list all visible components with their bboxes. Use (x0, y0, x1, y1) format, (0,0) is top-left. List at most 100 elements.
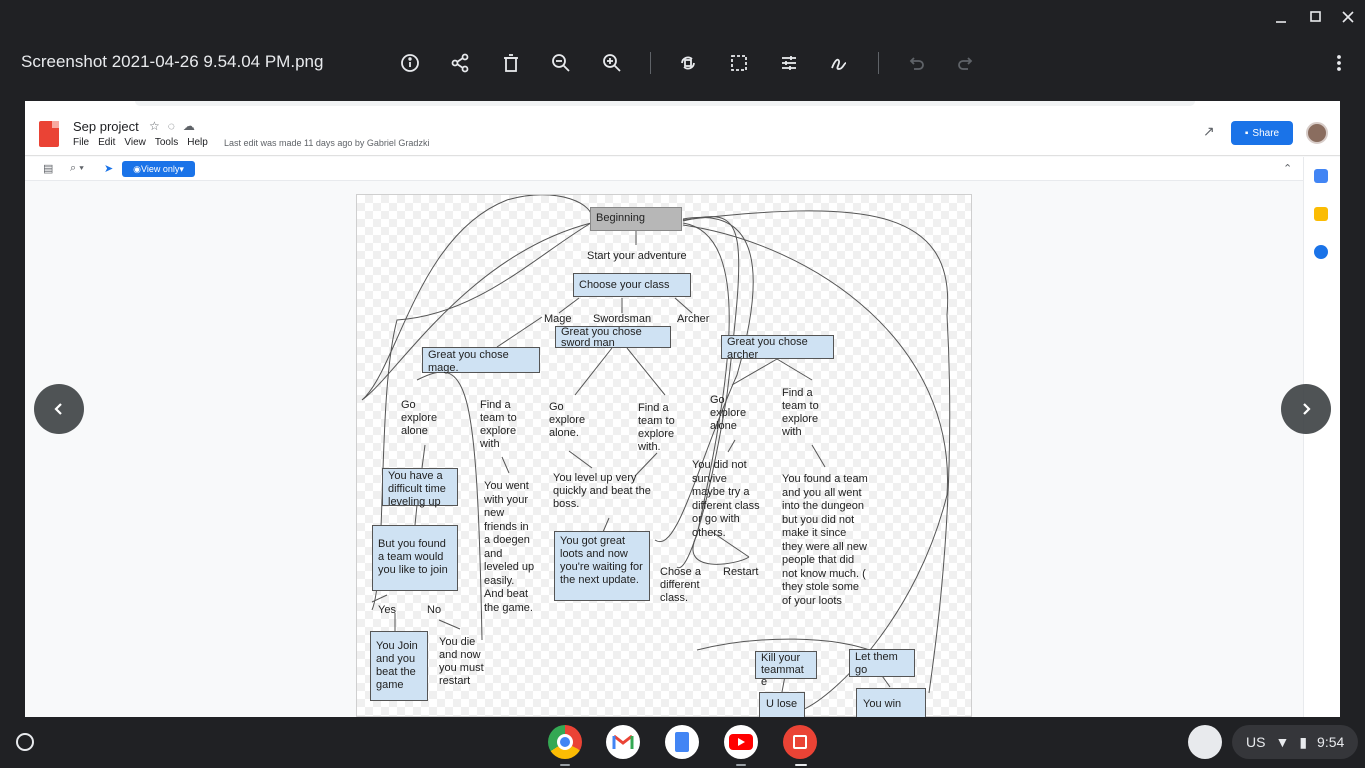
zoom-icon: ⌕ ▾ (70, 162, 84, 174)
adjust-icon[interactable] (776, 50, 802, 76)
node-swordsman: Swordsman (593, 313, 652, 325)
toolbar-divider (650, 52, 651, 74)
toolbar-divider (878, 52, 879, 74)
undo-icon[interactable] (903, 50, 929, 76)
node-found-team-join: But you found a team would you like to j… (372, 525, 458, 591)
close-icon[interactable] (1339, 8, 1357, 26)
node-go-alone-2: Go explore alone. (549, 401, 586, 439)
node-you-lose: U lose (759, 692, 805, 717)
zoom-in-icon[interactable] (599, 50, 625, 76)
node-find-team-1: Find a team to explore with (480, 399, 517, 450)
node-no: No (427, 604, 442, 616)
crop-icon[interactable] (726, 50, 752, 76)
view-only-label: View only (140, 164, 180, 174)
node-great-loots: You got great loots and now you're waiti… (554, 531, 650, 601)
node-archer: Archer (677, 313, 710, 325)
doc-header: Sep project ☆◌☁ File Edit View Tools Hel… (25, 101, 1340, 156)
system-shelf: US ▼ ▮ 9:54 (0, 717, 1365, 768)
doc-title: Sep project (73, 119, 139, 134)
menu-tools: Tools (154, 137, 179, 148)
node-chose-different: Chose a different class. (660, 566, 701, 604)
side-panel (1303, 157, 1340, 717)
menu-view: View (124, 137, 146, 148)
node-die-restart: You die and now you must restart (439, 636, 484, 687)
tasks-icon (1314, 245, 1328, 259)
screenshot-image: Sep project ☆◌☁ File Edit View Tools Hel… (25, 101, 1340, 717)
avatar (1306, 122, 1328, 144)
node-find-team-3: Find a team to explore with (782, 387, 819, 438)
annotate-icon[interactable] (826, 50, 852, 76)
node-you-win: You win (856, 688, 926, 717)
chrome-icon[interactable] (548, 725, 582, 759)
node-restart: Restart (723, 566, 759, 578)
more-icon[interactable] (1326, 50, 1352, 76)
node-difficult: You have a difficult time leveling up (382, 468, 458, 508)
docs-icon[interactable] (665, 725, 699, 759)
gmail-icon[interactable] (606, 725, 640, 759)
star-move-cloud-icon: ☆◌☁ (149, 119, 203, 133)
running-indicator (795, 764, 807, 766)
menu-help: Help (187, 137, 208, 148)
node-great-mage: Great you chose mage. (422, 347, 540, 374)
zoom-out-icon[interactable] (548, 50, 574, 76)
running-indicator (736, 764, 746, 766)
drawings-logo-icon (39, 121, 59, 147)
last-edit-text: Last edit was made 11 days ago by Gabrie… (224, 138, 430, 148)
wifi-icon: ▼ (1275, 734, 1290, 750)
lock-icon: ▪ (1244, 127, 1249, 139)
keep-icon (1314, 207, 1328, 221)
node-mage: Mage (544, 313, 572, 325)
node-join-beat: You Join and you beat the game (370, 631, 428, 701)
file-title: Screenshot 2021-04-26 9.54.04 PM.png (21, 52, 324, 71)
info-icon[interactable] (397, 50, 423, 76)
node-level-up: You level up very quickly and beat the b… (553, 472, 651, 510)
doc-menu: File Edit View Tools Help (73, 137, 208, 148)
running-indicator (560, 764, 570, 766)
share-button: ▪ Share (1231, 121, 1293, 145)
view-only-badge: ◉ View only ▾ (122, 161, 195, 177)
doc-toolbar: ▤ ⌕ ▾ ➤ ◉ View only ▾ ⌃ (25, 157, 1303, 181)
clock: 9:54 (1317, 734, 1345, 750)
node-beginning: Beginning (590, 207, 682, 231)
node-not-survive: You did not survive maybe try a differen… (692, 459, 760, 539)
drawing-canvas: Beginning Start your adventure Choose yo… (356, 194, 972, 717)
holding-space-icon[interactable] (1188, 725, 1222, 759)
node-went-friends: You went with your new friends in a doeg… (484, 480, 535, 614)
rotate-icon[interactable] (675, 50, 701, 76)
node-choose-class: Choose your class (573, 273, 691, 297)
activity-icon: ↗ (1203, 123, 1215, 139)
menu-file: File (73, 137, 90, 148)
maximize-icon[interactable] (1306, 8, 1324, 26)
menu-edit: Edit (98, 137, 116, 148)
node-go-alone-3: Go explore alone (710, 394, 747, 432)
next-image-button[interactable] (1281, 384, 1331, 434)
node-great-archer: Great you chose archer (721, 335, 834, 361)
node-great-sword: Great you chose sword man (555, 326, 671, 349)
share-label: Share (1252, 127, 1280, 139)
node-yes: Yes (378, 604, 396, 616)
node-find-team-2: Find a team to explore with. (638, 402, 675, 453)
gallery-icon[interactable] (783, 725, 817, 759)
node-let-go: Let them go (849, 649, 915, 677)
share-icon[interactable] (447, 50, 473, 76)
node-go-alone-1: Go explore alone (401, 399, 438, 437)
image-viewer-toolbar: Screenshot 2021-04-26 9.54.04 PM.png (0, 0, 1365, 100)
node-start: Start your adventure (587, 250, 687, 262)
delete-icon[interactable] (498, 50, 524, 76)
ime-label: US (1246, 734, 1266, 750)
address-strip (135, 101, 1195, 106)
calendar-icon (1314, 169, 1328, 183)
select-icon: ➤ (104, 163, 114, 175)
battery-icon: ▮ (1299, 733, 1308, 750)
eye-icon: ◉ (133, 163, 141, 174)
minimize-icon[interactable] (1272, 8, 1290, 26)
print-icon: ▤ (43, 163, 54, 175)
node-kill-teammate: Kill your teammat e (755, 651, 817, 688)
node-found-team-all: You found a team and you all went into t… (782, 473, 868, 607)
redo-icon[interactable] (953, 50, 979, 76)
status-area[interactable]: US ▼ ▮ 9:54 (1232, 725, 1358, 759)
launcher-button[interactable] (16, 733, 34, 751)
collapse-icon: ⌃ (1283, 163, 1293, 175)
previous-image-button[interactable] (34, 384, 84, 434)
youtube-icon[interactable] (724, 725, 758, 759)
